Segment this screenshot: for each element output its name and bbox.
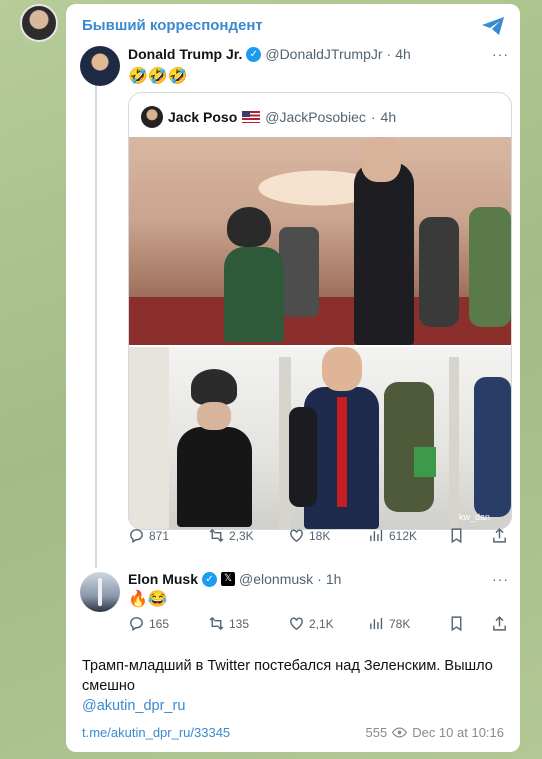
tweet-author-name[interactable]: Donald Trump Jr. <box>128 46 242 62</box>
channel-name[interactable]: Бывший корреспондент <box>82 17 263 34</box>
like-button[interactable]: 2,1K <box>288 615 334 632</box>
quoted-author-handle: @JackPosobiec <box>265 109 366 125</box>
post-link[interactable]: t.me/akutin_dpr_ru/33345 <box>82 725 230 740</box>
reply-icon <box>130 617 143 632</box>
views-icon <box>370 529 383 542</box>
flag-us-icon <box>242 111 261 123</box>
reply-icon <box>130 529 143 544</box>
retweet-button[interactable]: 135 <box>208 615 249 632</box>
like-count: 2,1K <box>309 616 334 631</box>
reply-tweet-text: 🔥😂 <box>128 591 168 608</box>
message-meta: 555 Dec 10 at 10:16 <box>366 725 505 740</box>
quoted-image-top[interactable] <box>129 137 511 345</box>
separator-dot: · <box>317 571 322 587</box>
like-icon <box>290 617 303 631</box>
views-button[interactable]: 78K <box>368 615 410 632</box>
tweet-time: 4h <box>395 46 411 62</box>
reply-button[interactable]: 871 <box>128 527 169 544</box>
bookmark-icon[interactable] <box>448 527 465 544</box>
upload-icon[interactable] <box>491 527 508 544</box>
tweet-header: Donald Trump Jr. ✓ @DonaldJTrumpJr · 4h <box>128 46 411 62</box>
channel-avatar[interactable] <box>20 4 58 42</box>
verified-icon: ✓ <box>246 46 262 62</box>
reply-tweet-actions: 165 135 2,1K 78K <box>128 615 510 637</box>
quoted-tweet-card[interactable]: Jack Poso @JackPosobiec · 4h kw_dan <box>128 92 512 530</box>
message-text: Трамп-младший в Twitter постебался над З… <box>82 658 493 694</box>
upload-icon[interactable] <box>491 615 508 632</box>
view-count: 555 <box>365 725 388 740</box>
tweet-avatar-donald-trump-jr[interactable] <box>80 46 120 86</box>
views-count: 612K <box>389 528 418 543</box>
reply-tweet-header: Elon Musk ✓ 𝕏 @elonmusk · 1h <box>128 571 341 587</box>
separator-dot: · <box>370 109 376 125</box>
x-icon: 𝕏 <box>221 572 236 586</box>
bookmark-icon[interactable] <box>448 615 465 632</box>
like-icon <box>290 529 303 543</box>
verified-icon: ✓ <box>202 571 218 587</box>
tweet-avatar-elon-musk[interactable] <box>80 572 120 612</box>
retweet-icon <box>209 528 224 543</box>
tweet-author-handle[interactable]: @DonaldJTrumpJr <box>265 46 382 62</box>
message-bubble: Бывший корреспондент Donald Trump Jr. ✓ … <box>66 4 520 752</box>
thread-line <box>95 82 97 568</box>
quoted-tweet-avatar <box>141 106 163 128</box>
views-count: 78K <box>389 616 411 631</box>
more-options-icon[interactable]: ··· <box>492 571 509 587</box>
tweet-actions: 871 2,3K 18K 612K <box>128 527 510 549</box>
eye-icon <box>392 727 408 738</box>
views-button[interactable]: 612K <box>368 527 417 544</box>
quoted-tweet-header: Jack Poso @JackPosobiec · 4h <box>141 106 396 128</box>
reply-button[interactable]: 165 <box>128 615 169 632</box>
like-count: 18K <box>309 528 331 543</box>
like-button[interactable]: 18K <box>288 527 330 544</box>
quoted-author-name: Jack Poso <box>168 109 238 125</box>
retweet-count: 135 <box>229 616 250 631</box>
message-timestamp: Dec 10 at 10:16 <box>412 725 504 740</box>
reply-author-handle[interactable]: @elonmusk <box>239 571 313 587</box>
image-watermark: kw_dan <box>459 512 491 522</box>
reply-count: 871 <box>149 528 170 543</box>
mention-link[interactable]: @akutin_dpr_ru <box>82 698 185 714</box>
reply-tweet-time: 1h <box>325 571 342 587</box>
retweet-count: 2,3K <box>229 528 254 543</box>
more-options-icon[interactable]: ··· <box>492 46 509 62</box>
reply-count: 165 <box>149 616 170 631</box>
reply-author-name[interactable]: Elon Musk <box>128 571 198 587</box>
share-icon[interactable] <box>480 15 506 37</box>
quoted-tweet-time: 4h <box>380 109 397 125</box>
separator-dot: · <box>386 46 392 62</box>
views-icon <box>370 617 383 630</box>
retweet-icon <box>209 616 224 631</box>
retweet-button[interactable]: 2,3K <box>208 527 254 544</box>
quoted-image-bottom[interactable]: kw_dan <box>129 347 511 529</box>
tweet-text: 🤣🤣🤣 <box>128 68 188 85</box>
